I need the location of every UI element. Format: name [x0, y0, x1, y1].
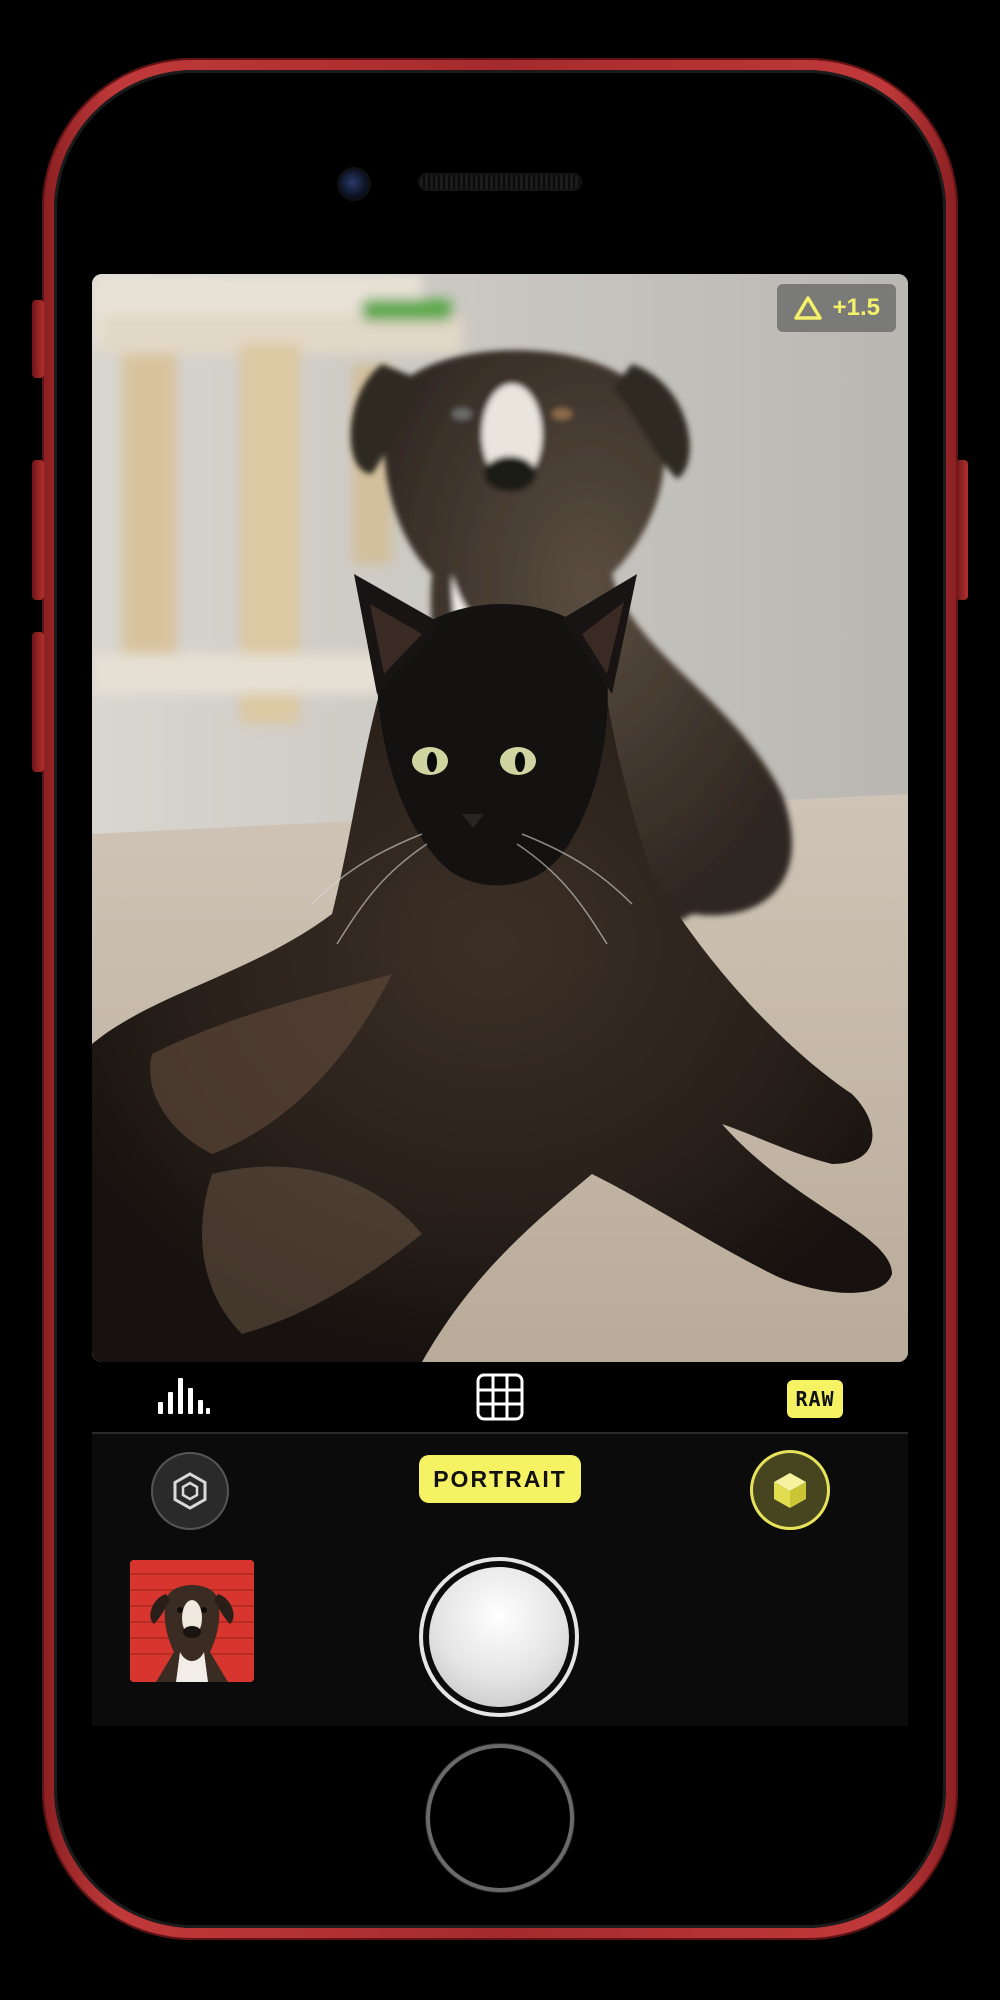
shutter-button[interactable]	[419, 1557, 579, 1717]
exposure-value: +1.5	[832, 294, 880, 321]
mode-portrait-label[interactable]: PORTRAIT	[419, 1455, 581, 1503]
hexagon-lighting-icon	[173, 1472, 207, 1510]
exposure-compensation-badge[interactable]: +1.5	[776, 284, 896, 332]
depth-button[interactable]	[750, 1450, 830, 1530]
histogram-icon[interactable]	[156, 1376, 212, 1416]
shutter-inner	[429, 1567, 569, 1707]
viewfinder[interactable]: +1.5	[92, 274, 908, 1362]
grid-icon[interactable]	[475, 1372, 525, 1422]
triangle-exposure-icon	[793, 296, 822, 320]
raw-toggle[interactable]: RAW	[787, 1380, 843, 1418]
capture-controls: PORTRAIT	[92, 1434, 908, 1726]
power-button	[956, 460, 968, 600]
mute-switch	[32, 300, 44, 378]
portrait-lighting-button[interactable]	[151, 1452, 229, 1530]
app-store-device-mockup: +1.5 RAW PORTRAIT	[0, 0, 1000, 2000]
earpiece-speaker	[420, 175, 580, 189]
last-photo-thumbnail[interactable]	[130, 1560, 254, 1682]
volume-down-button	[32, 632, 44, 772]
front-camera	[339, 169, 369, 199]
viewfinder-scene	[92, 274, 908, 1362]
camera-screen: +1.5 RAW PORTRAIT	[92, 274, 908, 1726]
home-button[interactable]	[430, 1748, 570, 1888]
volume-up-button	[32, 460, 44, 600]
cube-depth-icon	[774, 1473, 806, 1508]
tool-row: RAW	[92, 1362, 908, 1434]
dog-thumbnail-image	[130, 1560, 254, 1682]
